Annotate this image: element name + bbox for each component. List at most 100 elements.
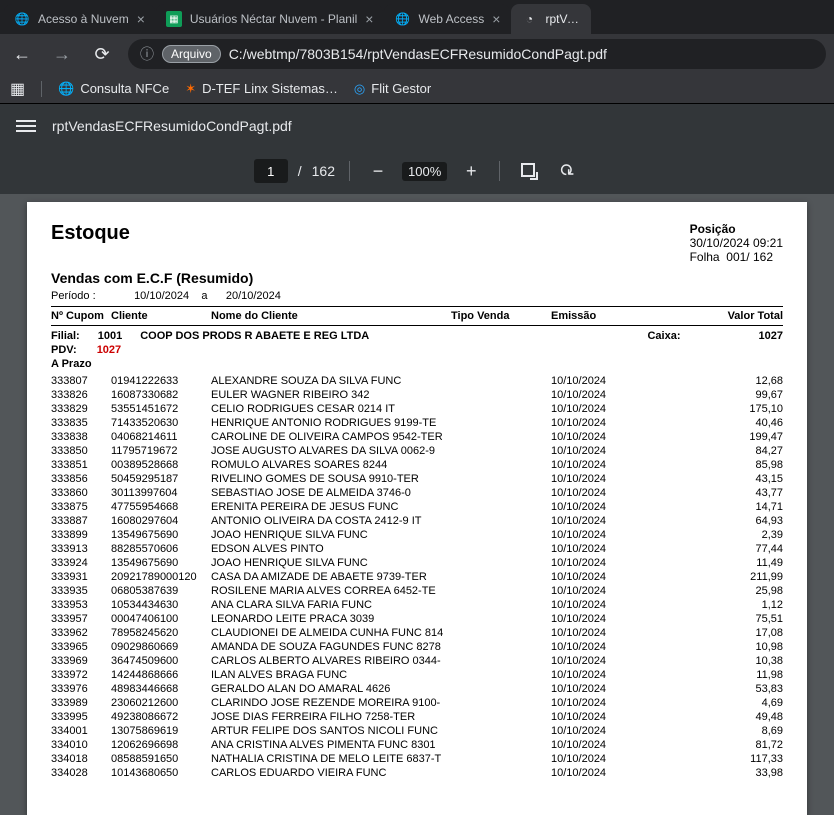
pdf-toolbar: / 162 − 100% + ⟳ (0, 148, 834, 194)
folha-value: 001/ 162 (726, 250, 773, 264)
pdf-viewport[interactable]: Estoque Posição 30/10/2024 09:21 Folha 0… (0, 194, 834, 815)
tab-web-access[interactable]: 🌐 Web Access × (384, 4, 510, 34)
reload-button[interactable]: ⟳ (88, 44, 116, 65)
report-title: Estoque (51, 222, 130, 245)
cell-cupom: 333965 (51, 640, 111, 654)
cell-cupom: 333838 (51, 430, 111, 444)
cell-emissao: 10/10/2024 (551, 444, 651, 458)
cell-tipo (451, 402, 551, 416)
tab-acesso-nuvem[interactable]: 🌐 Acesso à Nuvem × (4, 4, 155, 34)
close-icon[interactable]: × (492, 11, 500, 27)
tab-rptvenda[interactable]: ◔ rptVenda (511, 4, 591, 34)
posicao-value: 30/10/2024 09:21 (690, 236, 783, 250)
cell-tipo (451, 444, 551, 458)
posicao-label: Posição (690, 222, 783, 236)
cell-cupom: 334028 (51, 766, 111, 780)
rotate-button[interactable]: ⟳ (552, 161, 580, 182)
page-separator: / (298, 163, 302, 179)
bookmark-consulta-nfce[interactable]: 🌐 Consulta NFCe (58, 81, 169, 97)
table-row: 33396509029860669AMANDA DE SOUZA FAGUNDE… (51, 640, 783, 654)
cell-valor: 17,08 (651, 626, 783, 640)
cell-emissao: 10/10/2024 (551, 682, 651, 696)
close-icon[interactable]: × (365, 11, 373, 27)
table-row: 33395700047406100LEONARDO LEITE PRACA 30… (51, 612, 783, 626)
cell-emissao: 10/10/2024 (551, 724, 651, 738)
cell-tipo (451, 584, 551, 598)
cell-emissao: 10/10/2024 (551, 528, 651, 542)
cell-cliente: 30113997604 (111, 486, 211, 500)
menu-icon[interactable] (16, 120, 36, 132)
bookmark-dtef-linx[interactable]: ✶ D-TEF Linx Sistemas… (185, 81, 338, 97)
cell-cliente: 10143680650 (111, 766, 211, 780)
zoom-level: 100% (402, 162, 447, 181)
cell-cupom: 334010 (51, 738, 111, 752)
cell-cupom: 333962 (51, 626, 111, 640)
table-row: 33401012062696698ANA CRISTINA ALVES PIME… (51, 738, 783, 752)
cell-valor: 40,46 (651, 416, 783, 430)
cell-nome: CELIO RODRIGUES CESAR 0214 IT (211, 402, 451, 416)
cell-emissao: 10/10/2024 (551, 626, 651, 640)
cell-cupom: 333989 (51, 696, 111, 710)
cell-nome: ARTUR FELIPE DOS SANTOS NICOLI FUNC (211, 724, 451, 738)
cell-emissao: 10/10/2024 (551, 710, 651, 724)
cell-nome: CAROLINE DE OLIVEIRA CAMPOS 9542-TER (211, 430, 451, 444)
cell-tipo (451, 486, 551, 500)
cell-cupom: 333829 (51, 402, 111, 416)
apps-button[interactable]: ▦ (10, 79, 25, 99)
zoom-out-button[interactable]: − (364, 161, 392, 182)
cell-emissao: 10/10/2024 (551, 668, 651, 682)
table-row: 33402810143680650CARLOS EDUARDO VIEIRA F… (51, 766, 783, 780)
cell-valor: 84,27 (651, 444, 783, 458)
forward-button[interactable]: → (48, 44, 76, 65)
table-row: 33391388285570606EDSON ALVES PINTO10/10/… (51, 542, 783, 556)
cell-valor: 49,48 (651, 710, 783, 724)
page-number-input[interactable] (254, 159, 288, 183)
url-field[interactable]: ⓘ Arquivo C:/webtmp/7803B154/rptVendasEC… (128, 39, 826, 69)
cell-nome: ROSILENE MARIA ALVES CORREA 6452-TE (211, 584, 451, 598)
cell-nome: ROMULO ALVARES SOARES 8244 (211, 458, 451, 472)
cell-cupom: 333860 (51, 486, 111, 500)
bookmark-flit-gestor[interactable]: ◎ Flit Gestor (354, 81, 431, 97)
table-row: 33382616087330682EULER WAGNER RIBEIRO 34… (51, 388, 783, 402)
zoom-in-button[interactable]: + (457, 161, 485, 182)
fit-page-button[interactable] (514, 161, 542, 182)
globe-icon: 🌐 (394, 11, 410, 27)
cell-tipo (451, 388, 551, 402)
cell-cupom: 333807 (51, 374, 111, 388)
cell-emissao: 10/10/2024 (551, 388, 651, 402)
table-row: 33396936474509600CARLOS ALBERTO ALVARES … (51, 654, 783, 668)
cell-nome: JOSE DIAS FERREIRA FILHO 7258-TER (211, 710, 451, 724)
cell-emissao: 10/10/2024 (551, 500, 651, 514)
cell-emissao: 10/10/2024 (551, 584, 651, 598)
cell-cupom: 333826 (51, 388, 111, 402)
cell-tipo (451, 542, 551, 556)
table-row: 33382953551451672CELIO RODRIGUES CESAR 0… (51, 402, 783, 416)
sheets-icon: ▦ (166, 11, 182, 27)
table-row: 33395310534434630ANA CLARA SILVA FARIA F… (51, 598, 783, 612)
cell-nome: ALEXANDRE SOUZA DA SILVA FUNC (211, 374, 451, 388)
col-emissao: Emissão (551, 310, 651, 322)
cell-emissao: 10/10/2024 (551, 640, 651, 654)
close-icon[interactable]: × (137, 11, 145, 27)
cell-cupom: 333957 (51, 612, 111, 626)
pdf-title: rptVendasECFResumidoCondPagt.pdf (52, 118, 292, 134)
cell-emissao: 10/10/2024 (551, 486, 651, 500)
cell-emissao: 10/10/2024 (551, 738, 651, 752)
group-title: A Prazo (51, 356, 783, 374)
tab-usuarios-nectar[interactable]: ▦ Usuários Néctar Nuvem - Planil × (156, 4, 384, 34)
col-valor: Valor Total (651, 310, 783, 322)
fit-page-icon (521, 163, 535, 177)
cell-cupom: 333995 (51, 710, 111, 724)
col-cupom: Nº Cupom (51, 310, 111, 322)
cell-cliente: 53551451672 (111, 402, 211, 416)
cell-cliente: 71433520630 (111, 416, 211, 430)
cell-emissao: 10/10/2024 (551, 374, 651, 388)
cell-tipo (451, 514, 551, 528)
cell-valor: 14,71 (651, 500, 783, 514)
cell-cupom: 333850 (51, 444, 111, 458)
table-row: 33383804068214611CAROLINE DE OLIVEIRA CA… (51, 430, 783, 444)
table-row: 33396278958245620CLAUDIONEI DE ALMEIDA C… (51, 626, 783, 640)
file-info-icon: ⓘ (140, 44, 154, 64)
back-button[interactable]: ← (8, 44, 36, 65)
cell-valor: 10,98 (651, 640, 783, 654)
